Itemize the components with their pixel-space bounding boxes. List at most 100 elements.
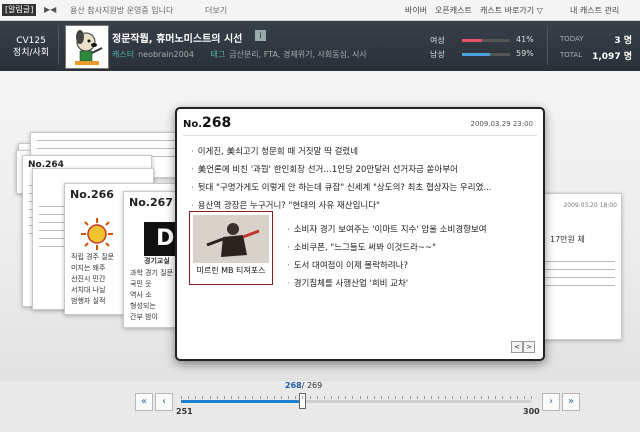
cast-header: CV125 정치/사회 정문작뭡, 휴머노미스트의 시선 i 캐스터 neobra… bbox=[0, 21, 640, 71]
total-count: 1,097 명 bbox=[592, 52, 632, 62]
card-267-subtitle: 경기교실 bbox=[144, 257, 170, 265]
news-item[interactable]: 소비자 경기 보여주는 '이마트 지수' 암울 소비경향보여 bbox=[287, 223, 487, 235]
list-item: 미지는 왜주 bbox=[71, 264, 106, 272]
card-date: 2009.03.20 18:00 bbox=[563, 202, 617, 209]
notice-ticker: [알림글] ▶◀ 용산 참사지원방 운영중 입니다 더보기 바이버 오픈캐스트 … bbox=[0, 0, 640, 21]
cartoon-dog-icon bbox=[75, 30, 103, 65]
slider-tick bbox=[195, 396, 197, 399]
next-page-button[interactable]: › bbox=[542, 393, 560, 411]
thumbnail-image bbox=[193, 215, 269, 263]
slider-tick bbox=[309, 396, 311, 399]
card-number-text: No.267 bbox=[129, 196, 173, 209]
news-item[interactable]: 이게진, 美쇠고기 청문회 때 거짓말 딱 걸렸네 bbox=[191, 145, 358, 157]
list-item: 과학 경기 질문 bbox=[130, 269, 174, 277]
slider-tick bbox=[452, 396, 454, 399]
list-item: 서치대 나닐 bbox=[71, 286, 106, 294]
card-date: 2009.03.29 23:00 bbox=[470, 120, 533, 128]
slider-tick bbox=[202, 396, 204, 399]
list-item: 국민 웃 bbox=[130, 280, 152, 288]
cast-avatar bbox=[65, 25, 109, 69]
card-lines: 과학 경기 질문 국민 웃 역사 소 형성되는 간부 밤이 bbox=[130, 268, 173, 323]
slider-tick bbox=[252, 396, 254, 399]
slider-tick bbox=[209, 396, 211, 399]
slider-tick bbox=[266, 396, 268, 399]
news-thumbnail[interactable]: 미르린 MB 티져포스 bbox=[189, 211, 273, 285]
cast-title[interactable]: 정문작뭡, 휴머노미스트의 시선 bbox=[112, 30, 242, 45]
slider-tick bbox=[416, 396, 418, 399]
slider-tick bbox=[352, 396, 354, 399]
slider-tick bbox=[445, 396, 447, 399]
card-number: No.268 bbox=[183, 115, 231, 131]
slider-tick bbox=[466, 396, 468, 399]
menu-my-cast[interactable]: 내 캐스트 관리 bbox=[570, 5, 619, 16]
slider-tick bbox=[188, 396, 190, 399]
list-item: 형성되는 bbox=[130, 302, 156, 310]
slider-tick bbox=[316, 396, 318, 399]
slider-tick bbox=[331, 396, 332, 399]
slider-tick bbox=[238, 396, 240, 399]
slider-tick bbox=[488, 396, 490, 399]
first-page-button[interactable]: « bbox=[135, 393, 153, 411]
slider-tick bbox=[273, 396, 275, 399]
news-item[interactable]: 소비쿠폰, "느그들도 써봐 이것드라~~" bbox=[287, 241, 436, 253]
news-item[interactable]: 美언론에 비친 '과뭡' 한인회장 선거…1인당 20만달러 선거자금 쏟아부어 bbox=[191, 163, 458, 175]
card-268[interactable]: No.268 2009.03.29 23:00 이게진, 美쇠고기 청문회 때 … bbox=[175, 107, 545, 361]
slider-tick bbox=[409, 396, 411, 399]
female-label: 여성 bbox=[430, 36, 445, 45]
slider-tick bbox=[459, 396, 461, 399]
news-item[interactable]: 경기침체를 사행산업 '희비 교차' bbox=[287, 277, 408, 289]
card-number: No.267 bbox=[129, 196, 173, 209]
slider-tick bbox=[281, 396, 282, 399]
current-position: 268/ 269 bbox=[285, 381, 322, 390]
slider-tick bbox=[431, 396, 432, 399]
news-item[interactable]: 도서 대여점이 이제 몰락하려나? bbox=[287, 259, 408, 271]
current-number: 268 bbox=[285, 381, 302, 390]
slider-tick bbox=[495, 396, 497, 399]
ticker-message[interactable]: 용산 참사지원방 운영중 입니다 bbox=[70, 5, 173, 16]
thumbnail-caption[interactable]: 미르린 MB 티져포스 bbox=[190, 265, 272, 276]
card-text: 17만원 체 bbox=[550, 235, 585, 244]
female-pct: 41% bbox=[516, 35, 534, 44]
tags-list[interactable]: 금산분리, FTA, 경제위기, 사회동심, 시사 bbox=[229, 50, 367, 59]
menu-vibe[interactable]: 바이버 bbox=[405, 5, 427, 16]
slider-tick bbox=[473, 396, 475, 399]
person-photo-icon bbox=[193, 215, 269, 263]
female-bar-fill bbox=[462, 39, 482, 42]
tags-label: 태그 bbox=[210, 50, 226, 59]
sun-logo-icon bbox=[81, 218, 113, 250]
caster-name[interactable]: neobrain2004 bbox=[138, 50, 194, 59]
slider-tick bbox=[223, 396, 225, 399]
more-link[interactable]: 더보기 bbox=[205, 5, 227, 16]
slider-min-label: 251 bbox=[176, 407, 193, 416]
slider-tick bbox=[509, 396, 511, 399]
divider bbox=[547, 27, 548, 65]
card-269[interactable]: 2009.03.20 18:00 17만원 체 bbox=[535, 193, 622, 340]
cast-meta: 캐스터 neobrain2004 태그 금산분리, FTA, 경제위기, 사회동심,… bbox=[112, 49, 381, 60]
slider-tick bbox=[181, 396, 182, 399]
prev-page-button[interactable]: ‹ bbox=[155, 393, 173, 411]
news-item[interactable]: 용산역 광장은 누구거니? "현대의 사유 재산입니다" bbox=[191, 199, 380, 211]
ticker-control-icon[interactable]: ▶◀ bbox=[44, 4, 56, 16]
slider-fill bbox=[181, 400, 303, 403]
divider bbox=[58, 27, 59, 65]
notice-tag: [알림글] bbox=[2, 4, 37, 16]
menu-cast-shortcut[interactable]: 캐스트 바로가기 ▽ bbox=[480, 5, 543, 16]
slider-tick bbox=[373, 396, 375, 399]
menu-opencast[interactable]: 오픈캐스트 bbox=[435, 5, 472, 16]
card-slider-track[interactable] bbox=[181, 400, 531, 403]
info-icon[interactable]: i bbox=[255, 30, 266, 41]
last-page-button[interactable]: » bbox=[562, 393, 580, 411]
cast-category: 정치/사회 bbox=[12, 48, 50, 58]
slider-tick bbox=[245, 396, 247, 399]
slider-tick bbox=[481, 396, 482, 399]
news-next-button[interactable]: > bbox=[523, 341, 535, 353]
slider-tick bbox=[359, 396, 361, 399]
total-label: TOTAL bbox=[560, 51, 583, 59]
news-item[interactable]: 뒷대 "구명가게도 이렇게 안 하는데 큐잡" 신세계 "상도의? 최초 협상자… bbox=[191, 181, 531, 193]
news-prev-button[interactable]: < bbox=[511, 341, 523, 353]
list-item: 범행자 실적 bbox=[71, 297, 106, 305]
slider-tick bbox=[302, 396, 304, 399]
card-lines: 직립 경주 질문 미지는 왜주 선진시 민간 서치대 나닐 범행자 실적 bbox=[71, 252, 114, 307]
slider-tick bbox=[438, 396, 440, 399]
list-item: 간부 밤이 bbox=[130, 313, 158, 321]
